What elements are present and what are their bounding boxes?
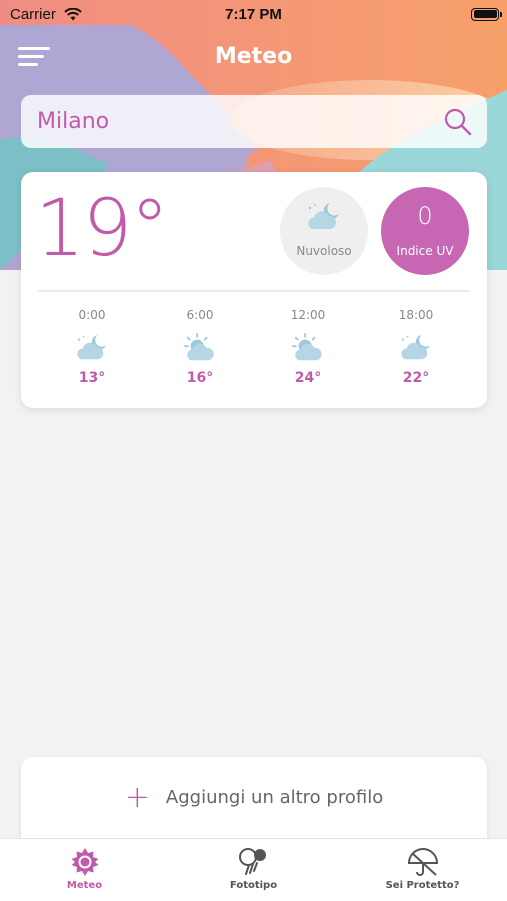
hour-time: 0:00 [78, 308, 106, 322]
sun-icon [71, 848, 98, 876]
weather-card: 19° Nuvoloso 0 Indice UV 0:00 13° 6:00 1… [21, 172, 487, 408]
wifi-icon [64, 7, 82, 20]
umbrella-icon [407, 848, 438, 876]
hour-temp: 22° [402, 370, 430, 386]
add-profile-label: Aggiungi un altro profilo [165, 787, 384, 808]
hourly-item: 12:00 24° [254, 308, 362, 386]
search-icon[interactable] [443, 107, 473, 137]
search-bar [21, 95, 487, 148]
phototype-icon [238, 848, 266, 875]
tab-label: Fototipo [229, 880, 278, 891]
hour-temp: 16° [186, 370, 214, 386]
search-input[interactable] [35, 108, 443, 135]
partly-cloudy-night-icon [308, 203, 339, 229]
hour-time: 18:00 [398, 308, 434, 322]
battery-icon [471, 7, 502, 21]
current-temperature: 19° [35, 184, 169, 274]
menu-button[interactable] [18, 47, 50, 69]
partly-cloudy-night-icon [401, 334, 431, 360]
plus-icon: + [124, 779, 150, 815]
hour-time: 12:00 [290, 308, 326, 322]
tab-label: Meteo [66, 880, 103, 891]
tab-bar: Meteo Fototipo Sei Protetto? [0, 838, 507, 901]
tab-meteo[interactable]: Meteo [0, 839, 169, 901]
hourly-item: 0:00 13° [38, 308, 146, 386]
uv-value: 0 [417, 202, 433, 230]
partly-sunny-icon [292, 333, 322, 361]
hourly-item: 6:00 16° [146, 308, 254, 386]
hour-temp: 24° [294, 370, 322, 386]
condition-badge: Nuvoloso [280, 187, 368, 275]
hour-time: 6:00 [186, 308, 214, 322]
tab-fototipo[interactable]: Fototipo [169, 839, 338, 901]
divider [38, 290, 470, 292]
condition-label: Nuvoloso [296, 244, 352, 258]
hourly-item: 18:00 22° [362, 308, 470, 386]
tab-label: Sei Protetto? [385, 880, 460, 891]
status-bar: Carrier 7:17 PM [0, 0, 507, 28]
hour-temp: 13° [78, 370, 106, 386]
partly-cloudy-night-icon [77, 334, 107, 360]
partly-sunny-icon [184, 333, 214, 361]
uv-label: Indice UV [396, 244, 454, 258]
uv-index-badge: 0 Indice UV [381, 187, 469, 275]
carrier-label: Carrier [10, 5, 56, 23]
tab-sei-protetto[interactable]: Sei Protetto? [338, 839, 507, 901]
hourly-forecast: 0:00 13° 6:00 16° 12:00 24° 18:00 22° [38, 308, 470, 386]
